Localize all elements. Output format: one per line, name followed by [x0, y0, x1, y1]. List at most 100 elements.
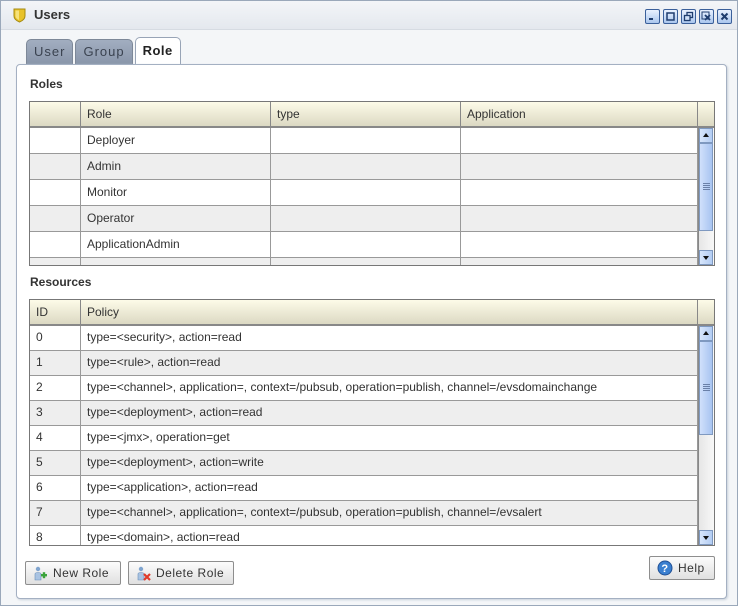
column-header-policy[interactable]: Policy	[81, 300, 698, 324]
role-cell-role: ApplicationAdmin	[81, 232, 271, 258]
scroll-thumb[interactable]	[699, 143, 713, 231]
close-button[interactable]	[717, 9, 732, 24]
scroll-up-button[interactable]	[699, 128, 713, 143]
roles-table: Role type Application Deployer Admin Monit…	[29, 101, 715, 266]
resource-row[interactable]: 4 type=<jmx>, operation=get	[30, 426, 698, 451]
role-cell-selector	[30, 180, 81, 206]
resource-row[interactable]: 6 type=<application>, action=read	[30, 476, 698, 501]
help-button[interactable]: ? Help	[649, 556, 715, 580]
new-role-label: New Role	[53, 566, 110, 580]
arrow-down-icon	[703, 256, 709, 260]
resource-id-cell: 2	[30, 376, 81, 401]
role-cell-selector	[30, 232, 81, 258]
column-header-role[interactable]: Role	[81, 102, 271, 126]
column-header-application[interactable]: Application	[461, 102, 698, 126]
resources-table: ID Policy 0 type=<security>, action=read 1…	[29, 299, 715, 546]
resource-policy-cell: type=<deployment>, action=read	[81, 401, 698, 426]
role-row[interactable]: Deployer	[30, 128, 698, 154]
role-cell-role: Operator	[81, 206, 271, 232]
role-cell-type	[271, 206, 461, 232]
help-icon: ?	[657, 560, 673, 576]
roles-scrollbar[interactable]	[698, 128, 714, 265]
restore-button[interactable]	[681, 9, 696, 24]
role-cell-role: Admin	[81, 154, 271, 180]
delete-role-button[interactable]: Delete Role	[128, 561, 234, 585]
resource-id-cell: 4	[30, 426, 81, 451]
tab-user[interactable]: User	[26, 39, 74, 64]
help-label: Help	[678, 561, 705, 575]
roles-section-label: Roles	[30, 77, 63, 91]
delete-role-label: Delete Role	[156, 566, 225, 580]
scroll-down-button[interactable]	[699, 250, 713, 265]
arrow-up-icon	[703, 133, 709, 137]
scroll-thumb[interactable]	[699, 341, 713, 435]
column-header-corner	[698, 102, 714, 126]
resource-row[interactable]: 2 type=<channel>, application=, context=/…	[30, 376, 698, 401]
svg-text:?: ?	[661, 563, 668, 575]
column-header-type[interactable]: type	[271, 102, 461, 126]
role-row[interactable]	[30, 258, 698, 265]
delete-user-icon	[137, 566, 151, 581]
add-user-icon	[34, 566, 47, 580]
resource-policy-cell: type=<application>, action=read	[81, 476, 698, 501]
role-row[interactable]: Operator	[30, 206, 698, 232]
resource-row[interactable]: 0 type=<security>, action=read	[30, 326, 698, 351]
maximize-icon	[666, 12, 675, 21]
role-cell-type	[271, 232, 461, 258]
role-cell-application	[461, 180, 698, 206]
resource-id-cell: 7	[30, 501, 81, 526]
resource-policy-cell: type=<jmx>, operation=get	[81, 426, 698, 451]
resource-policy-cell: type=<channel>, application=, context=/p…	[81, 376, 698, 401]
window-title: Users	[34, 7, 71, 22]
roles-table-header: Role type Application	[30, 102, 714, 128]
resource-id-cell: 0	[30, 326, 81, 351]
resource-policy-cell: type=<security>, action=read	[81, 326, 698, 351]
resource-row[interactable]: 1 type=<rule>, action=read	[30, 351, 698, 376]
role-cell-application	[461, 154, 698, 180]
resource-row[interactable]: 7 type=<channel>, application=, context=/…	[30, 501, 698, 526]
maximize-button[interactable]	[663, 9, 678, 24]
resource-id-cell: 8	[30, 526, 81, 545]
role-cell-application	[461, 258, 698, 265]
column-header-corner	[698, 300, 714, 324]
resource-policy-cell: type=<deployment>, action=write	[81, 451, 698, 476]
role-cell-type	[271, 128, 461, 154]
role-cell-selector	[30, 258, 81, 265]
resource-id-cell: 3	[30, 401, 81, 426]
new-role-button[interactable]: New Role	[25, 561, 121, 585]
role-cell-selector	[30, 206, 81, 232]
role-cell-type	[271, 154, 461, 180]
resources-scrollbar[interactable]	[698, 326, 714, 545]
resource-row[interactable]: 3 type=<deployment>, action=read	[30, 401, 698, 426]
minimize-icon	[649, 18, 653, 20]
role-row[interactable]: Monitor	[30, 180, 698, 206]
role-cell-role: Monitor	[81, 180, 271, 206]
close-others-button[interactable]	[699, 9, 714, 24]
resource-row[interactable]: 5 type=<deployment>, action=write	[30, 451, 698, 476]
column-header-id[interactable]: ID	[30, 300, 81, 324]
minimize-button[interactable]	[645, 9, 660, 24]
role-row[interactable]: Admin	[30, 154, 698, 180]
arrow-down-icon	[703, 536, 709, 540]
column-header-selector[interactable]	[30, 102, 81, 126]
role-cell-selector	[30, 154, 81, 180]
resources-section-label: Resources	[30, 275, 92, 289]
role-cell-application	[461, 232, 698, 258]
scroll-down-button[interactable]	[699, 530, 713, 545]
close-icon	[720, 12, 729, 21]
resource-id-cell: 1	[30, 351, 81, 376]
tab-group[interactable]: Group	[75, 39, 133, 64]
scroll-up-button[interactable]	[699, 326, 713, 341]
resource-policy-cell: type=<domain>, action=read	[81, 526, 698, 545]
role-cell-type	[271, 180, 461, 206]
resource-id-cell: 5	[30, 451, 81, 476]
arrow-up-icon	[703, 331, 709, 335]
role-cell-application	[461, 206, 698, 232]
tab-role[interactable]: Role	[134, 37, 181, 64]
close-all-icon	[701, 11, 711, 21]
resource-row[interactable]: 8 type=<domain>, action=read	[30, 526, 698, 545]
role-row[interactable]: ApplicationAdmin	[30, 232, 698, 258]
resource-policy-cell: type=<rule>, action=read	[81, 351, 698, 376]
title-bar[interactable]: Users	[1, 1, 737, 30]
shield-icon	[13, 8, 26, 23]
